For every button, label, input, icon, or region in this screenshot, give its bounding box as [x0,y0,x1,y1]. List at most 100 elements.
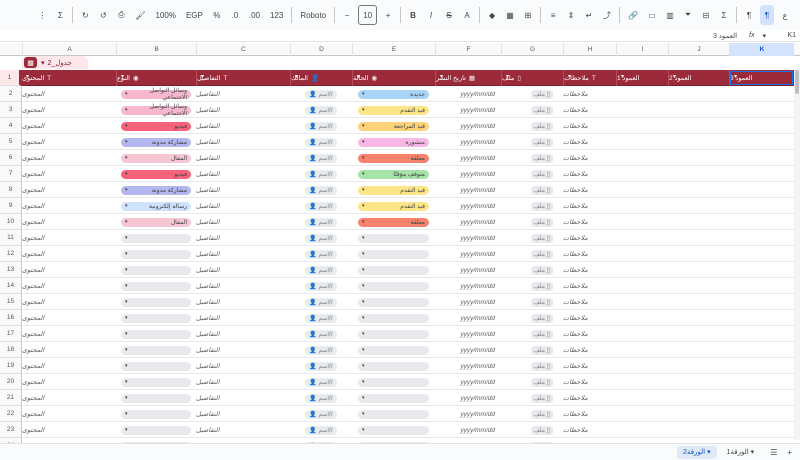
owner-chip[interactable]: الاسم 👤 [305,265,337,275]
status-chip-empty[interactable]: ▾ [358,313,429,323]
details-cell[interactable]: التفاصيل [196,358,290,374]
date-cell[interactable]: yyyy/mm/dd [435,134,501,150]
type-cell[interactable]: فيديو ▾ [116,118,196,134]
header-file[interactable]: ▯ ملف ▾ [501,70,563,86]
owner-cell[interactable]: الاسم 👤 [290,390,352,406]
date-cell[interactable]: yyyy/mm/dd [435,150,501,166]
details-cell[interactable]: التفاصيل [196,422,290,438]
file-cell[interactable]: ملف ▯ [501,294,563,310]
row-number[interactable]: 21 [0,390,22,406]
details-cell[interactable]: التفاصيل [196,182,290,198]
notes-cell[interactable]: ملاحظات [563,390,616,406]
decimal-increase-button[interactable]: .00 [246,5,263,25]
owner-chip[interactable]: الاسم 👤 [305,153,337,163]
all-sheets-icon[interactable]: ☰ [770,448,777,457]
owner-cell[interactable]: الاسم 👤 [290,310,352,326]
notes-cell[interactable]: ملاحظات [563,262,616,278]
row-number[interactable]: 8 [0,182,22,198]
row-number[interactable]: 4 [0,118,22,134]
content-cell[interactable]: المحتوى [22,406,116,422]
status-chip-empty[interactable]: ▾ [358,393,429,403]
details-cell[interactable]: التفاصيل [196,166,290,182]
file-chip[interactable]: ملف ▯ [530,201,553,211]
chevron-down-icon[interactable]: ▾ [295,73,298,80]
file-chip[interactable]: ملف ▯ [530,377,553,387]
details-cell[interactable]: التفاصيل [196,198,290,214]
type-chip-empty[interactable]: ▾ [121,297,191,307]
content-cell[interactable]: المحتوى [22,246,116,262]
content-cell[interactable]: المحتوى [22,422,116,438]
notes-cell[interactable]: ملاحظات [563,134,616,150]
status-cell[interactable]: ▾ [352,230,435,246]
status-cell[interactable]: قيد التقدم ▾ [352,102,435,118]
type-cell[interactable]: المقال ▾ [116,214,196,230]
status-chip-empty[interactable]: ▾ [358,345,429,355]
status-chip-empty[interactable]: ▾ [358,265,429,275]
status-chip-empty[interactable]: ▾ [358,281,429,291]
chevron-down-icon[interactable]: ▾ [734,73,737,80]
details-cell[interactable]: التفاصيل [196,86,290,102]
date-cell[interactable]: yyyy/mm/dd [435,342,501,358]
font-select[interactable]: Roboto [297,5,329,25]
header-col3[interactable]: العمود 3 ▾ [729,70,794,86]
owner-cell[interactable]: الاسم 👤 [290,406,352,422]
owner-chip[interactable]: الاسم 👤 [305,233,337,243]
notes-cell[interactable]: ملاحظات [563,102,616,118]
owner-chip[interactable]: الاسم 👤 [305,105,337,115]
column-header-k[interactable]: K [729,43,794,56]
date-cell[interactable]: yyyy/mm/dd [435,230,501,246]
file-cell[interactable]: ملف ▯ [501,214,563,230]
type-chip-empty[interactable]: ▾ [121,329,191,339]
notes-cell[interactable]: ملاحظات [563,118,616,134]
details-cell[interactable]: التفاصيل [196,342,290,358]
type-cell[interactable]: ▾ [116,358,196,374]
notes-cell[interactable]: ملاحظات [563,374,616,390]
row-number[interactable]: 6 [0,150,22,166]
file-chip[interactable]: ملف ▯ [530,425,553,435]
type-chip[interactable]: وسائل التواصل الاجتماعي ▾ [121,104,191,117]
chevron-down-icon[interactable]: ▾ [440,73,443,80]
content-cell[interactable]: المحتوى [22,262,116,278]
type-chip-empty[interactable]: ▾ [121,425,191,435]
details-cell[interactable]: التفاصيل [196,278,290,294]
merge-cells-icon[interactable]: ⊞ [521,5,535,25]
chevron-down-icon[interactable]: ▾ [506,73,509,80]
file-cell[interactable]: ملف ▯ [501,182,563,198]
chevron-down-icon[interactable]: ▾ [673,73,676,80]
chevron-down-icon[interactable]: ▾ [357,73,360,80]
status-cell[interactable]: ▾ [352,262,435,278]
owner-cell[interactable]: الاسم 👤 [290,198,352,214]
details-cell[interactable]: التفاصيل [196,294,290,310]
ltr-icon[interactable]: ¶ [760,5,774,25]
row-number[interactable]: 11 [0,230,22,246]
notes-cell[interactable]: ملاحظات [563,342,616,358]
status-cell[interactable]: ▾ [352,326,435,342]
type-chip-empty[interactable]: ▾ [121,377,191,387]
column-header-a[interactable]: A [22,43,116,56]
file-chip[interactable]: ملف ▯ [530,169,553,179]
notes-cell[interactable]: ملاحظات [563,214,616,230]
redo-icon[interactable]: ↻ [78,5,92,25]
details-cell[interactable]: التفاصيل [196,310,290,326]
file-chip[interactable]: ملف ▯ [530,137,553,147]
header-date[interactable]: ▦ تاريخ النشر ▾ [435,70,501,86]
percent-format-button[interactable]: % [210,5,224,25]
owner-chip[interactable]: الاسم 👤 [305,297,337,307]
status-chip-empty[interactable]: ▾ [358,233,429,243]
owner-cell[interactable]: الاسم 👤 [290,102,352,118]
type-cell[interactable]: رسالة إلكترونية ▾ [116,198,196,214]
date-cell[interactable]: yyyy/mm/dd [435,390,501,406]
owner-chip[interactable]: الاسم 👤 [305,137,337,147]
status-cell[interactable]: ▾ [352,246,435,262]
file-cell[interactable]: ملف ▯ [501,166,563,182]
owner-cell[interactable]: الاسم 👤 [290,294,352,310]
type-chip-empty[interactable]: ▾ [121,393,191,403]
type-cell[interactable]: ▾ [116,310,196,326]
type-cell[interactable]: مشاركة مدونة ▾ [116,134,196,150]
file-cell[interactable]: ملف ▯ [501,102,563,118]
print-icon[interactable]: ⎙ [114,5,128,25]
status-cell[interactable]: ▾ [352,374,435,390]
file-cell[interactable]: ملف ▯ [501,390,563,406]
status-chip-empty[interactable]: ▾ [358,329,429,339]
text-color-button[interactable]: A [460,5,474,25]
